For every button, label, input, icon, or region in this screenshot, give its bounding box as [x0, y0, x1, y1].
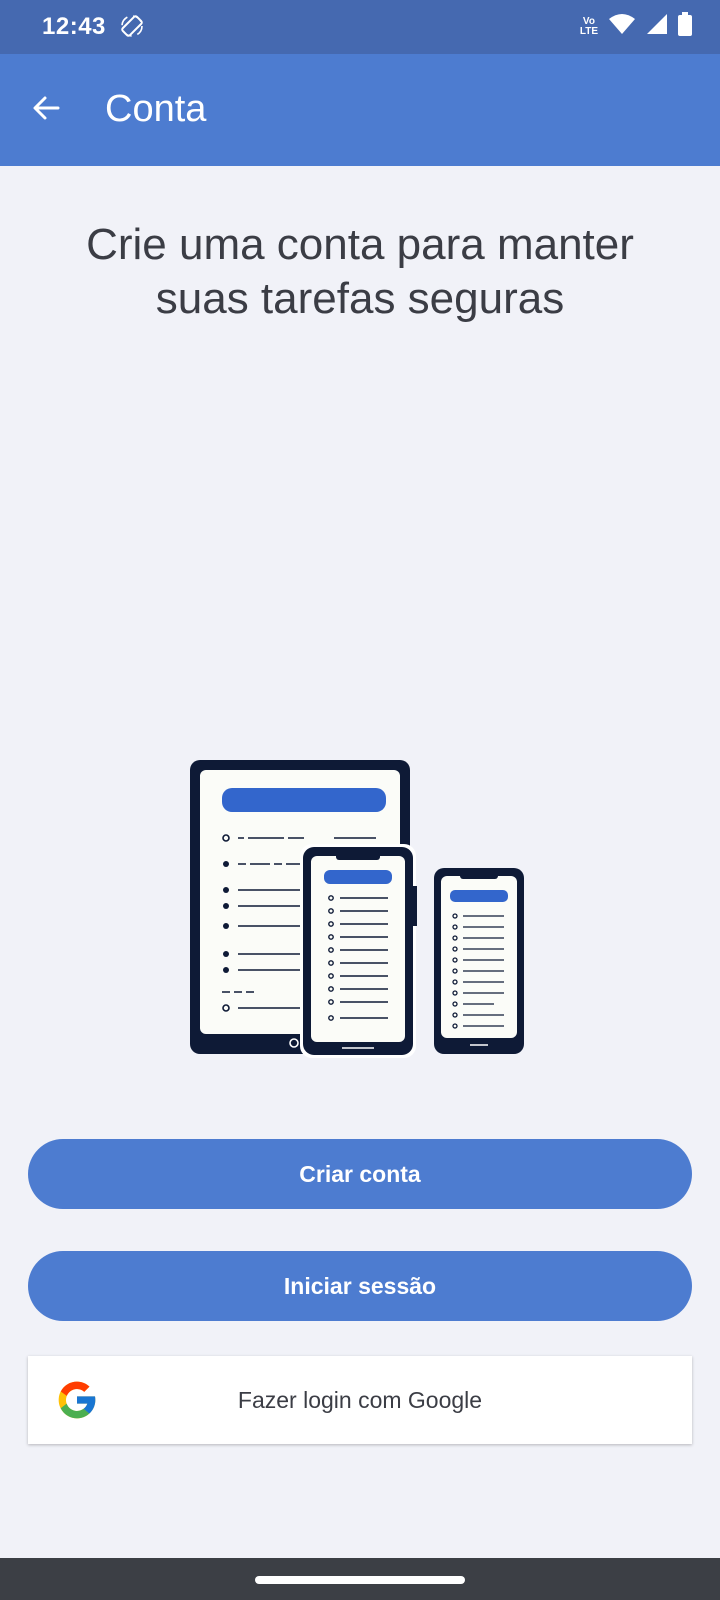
- phone-illustration-small: [434, 868, 524, 1054]
- google-login-button[interactable]: Fazer login com Google: [28, 1356, 692, 1444]
- volte-icon: Vo LTE: [579, 15, 598, 37]
- screen-rotation-icon: [120, 14, 144, 43]
- sign-in-label: Iniciar sessão: [283, 1272, 437, 1299]
- sign-in-button[interactable]: Iniciar sessão: [28, 1251, 692, 1321]
- page-headline: Crie uma conta para manter suas tarefas …: [40, 218, 680, 326]
- devices-illustration: [186, 756, 536, 1061]
- navigation-bar: [0, 1558, 720, 1600]
- home-gesture-handle[interactable]: [255, 1576, 465, 1584]
- google-login-label: Fazer login com Google: [237, 1386, 483, 1413]
- app-bar: Conta: [0, 54, 720, 166]
- volte-label-top: Vo: [582, 15, 595, 27]
- status-time: 12:43: [42, 13, 106, 40]
- headline-line-1: Crie uma conta para manter: [86, 220, 634, 269]
- google-g-icon: [55, 1378, 99, 1427]
- headline-line-2: suas tarefas seguras: [155, 274, 565, 323]
- status-bar: 12:43 Vo LTE: [0, 0, 720, 54]
- cellular-signal-icon: [646, 12, 668, 41]
- back-button[interactable]: [22, 86, 70, 134]
- battery-icon: [678, 12, 692, 41]
- arrow-back-icon: [31, 93, 61, 128]
- phone-illustration-large: [300, 844, 417, 1058]
- volte-label-bottom: LTE: [579, 25, 598, 37]
- create-account-button[interactable]: Criar conta: [28, 1139, 692, 1209]
- app-bar-title: Conta: [105, 88, 207, 130]
- wifi-icon: [608, 12, 636, 41]
- create-account-label: Criar conta: [299, 1160, 421, 1187]
